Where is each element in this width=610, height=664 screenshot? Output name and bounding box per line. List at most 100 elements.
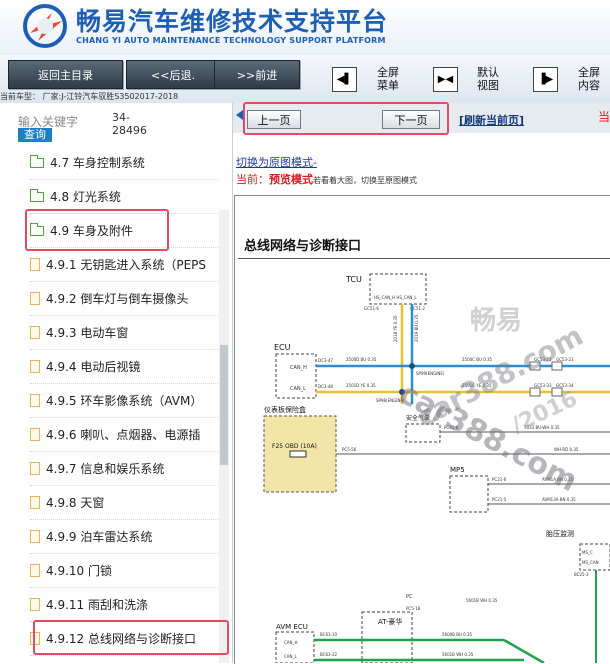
- document-title-rule: [238, 258, 610, 259]
- wire-5601b-wh-label: 5601B WH 0.35: [466, 598, 498, 603]
- connector-gc53-c: [529, 387, 541, 397]
- tree-doc-item[interactable]: 4.9.1 无钥匙进入系统（PEPS: [30, 248, 220, 282]
- tire-monitor-label: 胎压监测: [546, 529, 574, 538]
- gc51-6-label: GC51-6: [364, 306, 379, 311]
- tree-doc-item[interactable]: 4.9.7 信息和娱乐系统: [30, 452, 220, 486]
- splice-sp99: [409, 363, 415, 369]
- tree-item-label: 4.9.8 天窗: [46, 496, 105, 510]
- tree-doc-item[interactable]: 4.9.6 喇叭、点烟器、电源插: [30, 418, 220, 452]
- ecu-can-h: CAN_H: [290, 365, 307, 371]
- full-menu-icon: ◀▌: [336, 74, 353, 85]
- full-content-icon: ▐▶: [537, 74, 554, 85]
- fuse-box-label: 仪表板保险盒: [264, 405, 306, 414]
- ms-can-label: MS_CAN: [582, 560, 599, 565]
- home-button[interactable]: 返回主目录: [8, 60, 123, 89]
- pc21-5-label: PC21-5: [492, 497, 507, 502]
- search-button[interactable]: 查询: [18, 128, 52, 142]
- mp5-box: [449, 475, 489, 513]
- wire-2019-label: 2019 BU 0.35: [414, 314, 419, 342]
- watermark-brand: 畅易: [470, 306, 523, 336]
- tcu-label: TCU: [345, 275, 362, 284]
- tree-doc-item[interactable]: 4.9.10 门锁: [30, 554, 220, 588]
- bc63-10-label: BC63-10: [320, 632, 338, 637]
- full-content-view-button[interactable]: ▐▶: [533, 67, 558, 92]
- default-view-label: 默认视图: [477, 66, 499, 92]
- document-icon: [30, 326, 40, 339]
- current-mode-line: 当前：预览模式若看着大图，切换至原图模式: [236, 171, 417, 187]
- gc53-33-label: GC53-33: [534, 383, 552, 388]
- sp99-label: SP99(ENGINE): [416, 371, 445, 376]
- dc3-47-label: DC3-47: [318, 358, 333, 363]
- document-icon: [30, 360, 40, 373]
- ecu-label: ECU: [274, 343, 291, 352]
- avm-can-l: CAN_L: [284, 654, 298, 659]
- tree-item-label: 4.9.4 电动后视镜: [46, 360, 141, 374]
- wire-5600b-label: 5600B BU 0.35: [442, 632, 473, 637]
- dc3-48-label: DC3-48: [318, 384, 333, 389]
- tcu-pin-label: HS_CAN_H HS_CAN_L: [374, 295, 417, 300]
- tree-item-label: 4.9.5 环车影像系统（AVM）: [46, 394, 203, 408]
- wire-2500c-label: 2500C BU 0.35: [462, 357, 493, 362]
- forward-button[interactable]: >>前进: [214, 60, 300, 89]
- pc5-56-label: PC5-56: [342, 447, 357, 452]
- highlight-box-pager: [243, 102, 449, 135]
- tree-doc-item[interactable]: 4.9.8 天窗: [30, 486, 220, 520]
- ms-c-label: MS_C: [582, 550, 593, 555]
- back-button[interactable]: <<后退.: [126, 60, 220, 89]
- document-title: 总线网络与诊断接口: [244, 239, 362, 254]
- current-mode-value: 预览模式: [269, 173, 313, 186]
- document-icon: [30, 564, 40, 577]
- wire-rd-label: WH-RD 0.35: [554, 447, 579, 452]
- pc-label: PC: [406, 594, 413, 600]
- tree-doc-item[interactable]: 4.9.3 电动车窗: [30, 316, 220, 350]
- default-view-icon: ▶◀: [437, 74, 454, 85]
- document-icon: [30, 530, 40, 543]
- full-content-label: 全屏内容: [578, 66, 600, 92]
- full-menu-view-button[interactable]: ◀▌: [332, 67, 357, 92]
- tree-item-label: 4.7 车身控制系统: [50, 156, 145, 170]
- tree-scrollbar-thumb[interactable]: [220, 345, 228, 465]
- wire-5601b-label: 5601B WH 0.35: [442, 652, 474, 657]
- wire-2501d-label: 2501D YE 0.35: [346, 383, 376, 388]
- platform-title: 畅易汽车维修技术支持平台: [76, 7, 389, 36]
- pc21-6-label: PC21-6: [492, 477, 507, 482]
- document-icon: [30, 428, 40, 441]
- folder-icon: [30, 154, 44, 168]
- avm-ecu-label: AVM ECU: [276, 623, 308, 631]
- current-mode-note: 若看着大图，切换至原图模式: [313, 176, 417, 185]
- refresh-page-link[interactable]: [刷新当前页]: [459, 112, 524, 128]
- default-view-button[interactable]: ▶◀: [433, 67, 458, 92]
- search-input[interactable]: 34-28496: [112, 111, 152, 137]
- current-mode-prefix: 当前：: [236, 173, 269, 186]
- folder-icon: [30, 188, 44, 202]
- wire-2018-label: 2018 YE 0.35: [393, 315, 398, 342]
- pc5-18-label: PC5-18: [406, 606, 421, 611]
- tree-doc-item[interactable]: 4.9.2 倒车灯与倒车摄像头: [30, 282, 220, 316]
- bc63-22-label: BC63-22: [320, 652, 338, 657]
- tree-item-label: 4.9.7 信息和娱乐系统: [46, 462, 165, 476]
- highlight-box-folder: [25, 209, 169, 251]
- partial-current-label: 当: [598, 110, 610, 124]
- at-luxury-label: AT-豪华: [378, 617, 402, 626]
- tree-item-label: 4.9.6 喇叭、点烟器、电源插: [46, 428, 201, 442]
- tree-doc-item[interactable]: 4.9.4 电动后视镜: [30, 350, 220, 384]
- tree-doc-item[interactable]: 4.9.9 泊车雷达系统: [30, 520, 220, 554]
- tree-folder-item[interactable]: 4.7 车身控制系统: [30, 146, 220, 180]
- tree-item-label: 4.9.9 泊车雷达系统: [46, 530, 153, 544]
- tree-item-label: 4.8 灯光系统: [50, 190, 121, 204]
- fuse-symbol: [289, 450, 307, 458]
- switch-original-mode-link[interactable]: 切换为原图模式-: [236, 154, 317, 170]
- platform-subtitle: CHANG YI AUTO MAINTENANCE TECHNOLOGY SUP…: [76, 36, 386, 45]
- collapse-arrow-icon[interactable]: [236, 110, 243, 120]
- tree-item-label: 4.9.1 无钥匙进入系统（PEPS: [46, 258, 207, 272]
- tire-monitor-box: [579, 543, 610, 571]
- document-icon: [30, 394, 40, 407]
- highlight-box-selected-doc: [33, 620, 229, 655]
- wire-avm13a-label: AVM13A BN 0.35: [542, 497, 576, 502]
- document-icon: [30, 598, 40, 611]
- tree-doc-item[interactable]: 4.9.11 雨刮和洗涤: [30, 588, 220, 622]
- tree-doc-item[interactable]: 4.9.5 环车影像系统（AVM）: [30, 384, 220, 418]
- avm-can-h: CAN_H: [284, 640, 298, 645]
- bc25-3-label: BC25-3: [574, 572, 589, 577]
- f25-label: F25 OBD (10A): [272, 443, 317, 450]
